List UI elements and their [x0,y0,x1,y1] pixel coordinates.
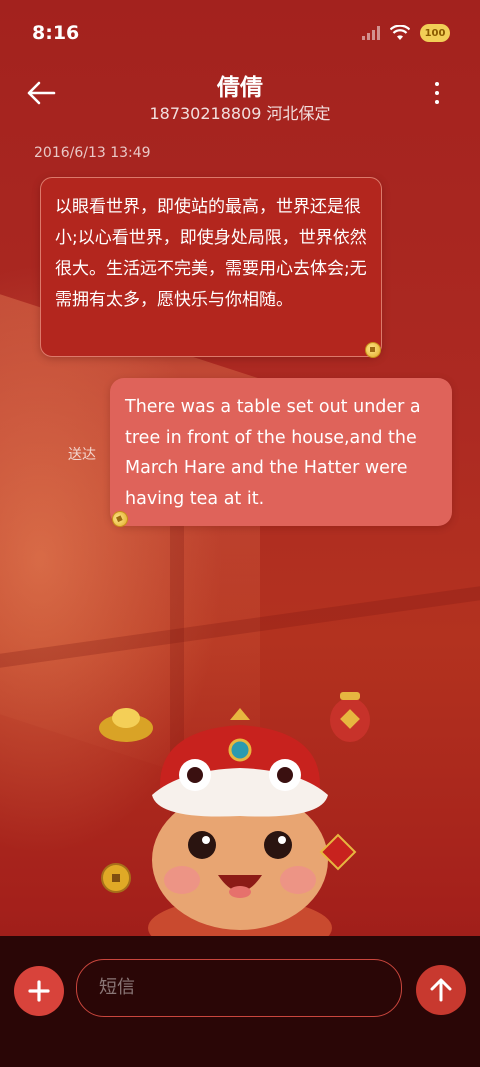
incoming-message-bubble[interactable]: 以眼看世界，即使站的最高，世界还是很小;以心看世界，即使身处局限，世界依然很大。… [40,177,382,357]
message-input[interactable]: 短信 [76,959,402,1017]
send-arrow-up-icon [430,978,452,1002]
message-input-placeholder: 短信 [99,977,135,998]
more-vertical-icon[interactable] [434,82,440,108]
delivery-status: 送达 [68,447,96,463]
gold-ingot-icon [99,708,153,742]
message-timestamp: 2016/6/13 13:49 [34,145,151,161]
lucky-bag-icon [330,692,370,742]
ancient-coin-icon [101,863,131,893]
outgoing-message-text: There was a table set out under a tree i… [125,397,421,509]
contact-number-location: 18730218809 河北保定 [149,104,331,123]
outgoing-message-bubble[interactable]: There was a table set out under a tree i… [110,378,452,526]
lion-dance-mascot [99,692,370,940]
contact-name[interactable]: 倩倩 [0,68,480,102]
incoming-message-text: 以眼看世界，即使站的最高，世界还是很小;以心看世界，即使身处局限，世界依然很大。… [55,197,367,310]
gold-coin-icon [365,342,381,358]
plus-icon [28,980,50,1002]
status-bar: 8:16 100 [0,0,480,68]
status-icons: 100 [362,24,450,42]
battery-level: 100 [424,27,446,39]
send-button[interactable] [416,965,466,1015]
conversation-header: 倩倩 18730218809 河北保定 [0,60,480,130]
status-time: 8:16 [32,22,80,44]
wifi-icon [390,25,410,40]
battery-icon: 100 [420,24,450,42]
signal-icon [362,26,380,40]
add-attachment-button[interactable] [14,966,64,1016]
